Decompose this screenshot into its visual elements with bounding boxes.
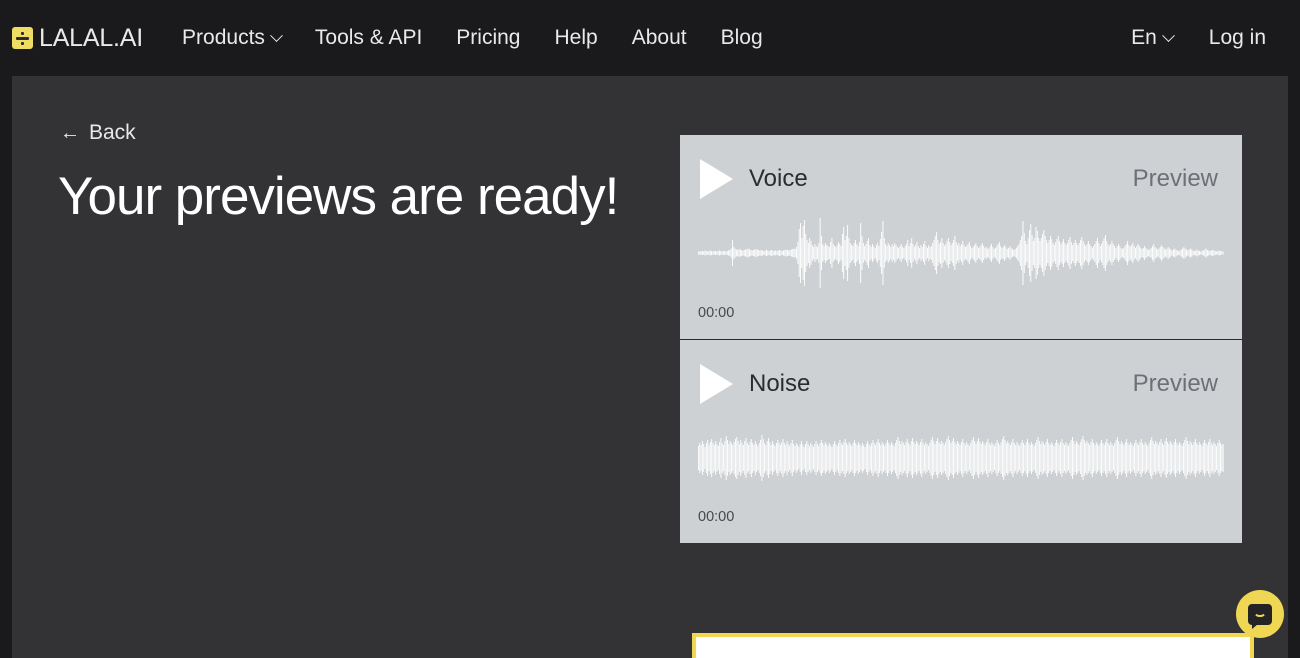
chevron-down-icon [1161, 28, 1175, 42]
top-navigation-bar: LALAL.AI Products Tools & API Pricing He… [0, 0, 1300, 76]
track-card-noise: Noise Preview 00:00 [680, 339, 1242, 543]
arrow-left-icon: ← [60, 122, 80, 144]
back-link[interactable]: ← Back [60, 121, 136, 145]
brand-logo[interactable]: LALAL.AI [12, 24, 143, 53]
nav-item-pricing[interactable]: Pricing [439, 26, 537, 50]
app-root: LALAL.AI Products Tools & API Pricing He… [0, 0, 1300, 658]
chevron-down-icon [270, 28, 283, 42]
language-selector-label: En [1131, 26, 1157, 49]
language-selector[interactable]: En [1113, 26, 1191, 50]
play-icon[interactable] [700, 159, 733, 199]
plan-row: Plus For splitting higher data volumes $… [696, 637, 1250, 658]
track-title: Noise [749, 370, 811, 397]
plan-card-plus[interactable]: Plus For splitting higher data volumes $… [692, 633, 1254, 658]
page-title: Your previews are ready! [58, 167, 619, 226]
track-preview-list: Voice Preview 00:00 Noise Preview 00:00 [680, 135, 1242, 543]
chat-bubble-icon[interactable] [1236, 590, 1284, 638]
login-link[interactable]: Log in [1191, 26, 1284, 50]
track-title: Voice [749, 165, 808, 192]
track-preview-label: Preview [1132, 165, 1218, 192]
nav-item-tools-api[interactable]: Tools & API [298, 26, 439, 50]
nav-item-products-label: Products [182, 26, 265, 49]
brand-name: LALAL.AI [39, 23, 144, 52]
nav-item-products[interactable]: Products [165, 26, 298, 50]
track-time: 00:00 [698, 509, 735, 525]
back-link-label: Back [89, 121, 136, 144]
nav-right-group: En Log in [1113, 26, 1284, 50]
nav-item-blog[interactable]: Blog [704, 26, 780, 50]
play-icon[interactable] [700, 364, 733, 404]
track-header: Voice Preview [698, 157, 1224, 201]
track-card-voice: Voice Preview 00:00 [680, 135, 1242, 339]
nav-links: Products Tools & API Pricing Help About … [165, 26, 780, 50]
chat-bubble-shape [1248, 603, 1272, 629]
content-panel: ← Back Your previews are ready! Voice Pr… [12, 76, 1288, 658]
track-time: 00:00 [698, 305, 735, 321]
waveform-voice[interactable] [698, 215, 1224, 291]
chat-smile-shape [1253, 611, 1267, 618]
nav-item-about[interactable]: About [615, 26, 704, 50]
track-preview-label: Preview [1132, 370, 1218, 397]
track-header: Noise Preview [698, 362, 1224, 406]
division-logo-icon [12, 27, 33, 49]
nav-item-help[interactable]: Help [538, 26, 615, 50]
waveform-noise[interactable] [698, 420, 1224, 496]
